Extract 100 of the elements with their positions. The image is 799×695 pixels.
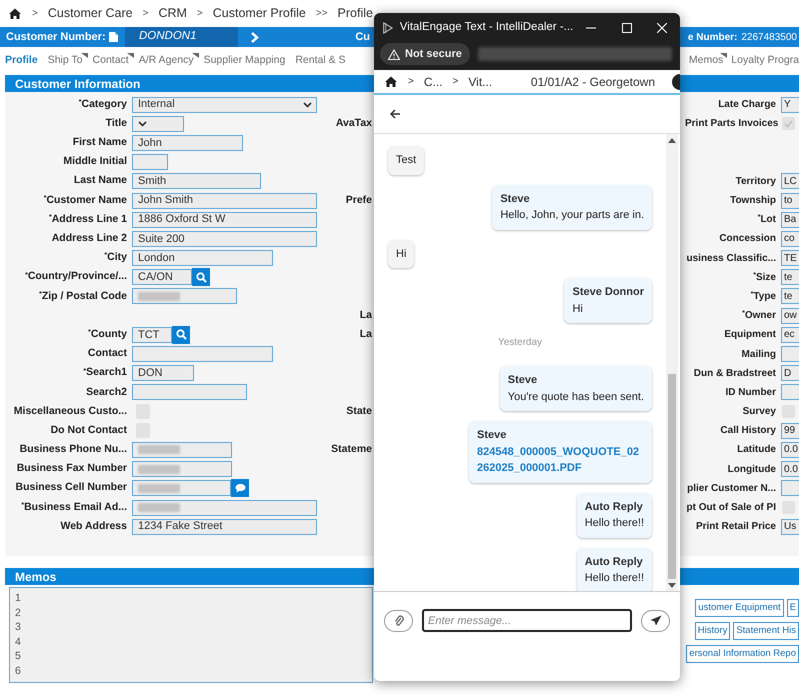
- sender-name: Steve Donnor: [572, 285, 644, 300]
- tab[interactable]: Contact: [88, 53, 134, 69]
- field-label: Territory: [734, 174, 777, 189]
- checkbox[interactable]: [782, 117, 795, 130]
- field-label: ID Number: [724, 386, 777, 400]
- action-button[interactable]: History: [694, 622, 730, 640]
- tab[interactable]: Supplier Mapping: [198, 53, 290, 69]
- input-field[interactable]: [132, 500, 317, 516]
- action-button[interactable]: E: [786, 599, 799, 618]
- message-input[interactable]: Enter message...: [422, 609, 632, 632]
- input-field[interactable]: [781, 480, 799, 496]
- tab[interactable]: Profile: [0, 53, 43, 69]
- breadcrumb-link[interactable]: CRM: [158, 4, 187, 22]
- field-label: e Number:: [688, 30, 738, 44]
- field-label: State: [345, 404, 372, 419]
- line-number: 6: [15, 664, 21, 678]
- input-field[interactable]: John: [132, 134, 243, 151]
- input-field[interactable]: D: [781, 365, 799, 382]
- input-field[interactable]: 0.0: [781, 442, 799, 458]
- field-label: AvaTax: [334, 116, 372, 131]
- field-label: Print Retail Price: [694, 520, 777, 534]
- field-label: Prefe: [344, 192, 372, 208]
- message-text: Hi: [572, 302, 584, 316]
- back-arrow-icon[interactable]: [390, 109, 401, 119]
- field-label: Call History: [719, 424, 777, 438]
- line-number: 1: [15, 591, 21, 606]
- field-label: plier Customer N...: [686, 482, 777, 496]
- input-field[interactable]: te: [781, 288, 799, 304]
- breadcrumb-link[interactable]: C...: [424, 72, 443, 90]
- input-field[interactable]: [132, 288, 237, 304]
- search-button[interactable]: [172, 326, 190, 344]
- action-button[interactable]: ustomer Equipment: [695, 599, 784, 618]
- input-field[interactable]: [132, 154, 168, 170]
- field-label: Miscellaneous Custo...: [12, 404, 128, 419]
- sender-name: Steve: [477, 428, 508, 443]
- scrollbar-thumb[interactable]: [668, 374, 676, 579]
- breadcrumb-link[interactable]: Profile: [338, 4, 373, 22]
- input-field[interactable]: [132, 461, 232, 478]
- input-field[interactable]: TCT: [132, 326, 172, 343]
- input-field[interactable]: [781, 384, 799, 400]
- chat-button[interactable]: [231, 479, 249, 498]
- tab[interactable]: Memos: [684, 53, 728, 69]
- dropdown[interactable]: [132, 116, 184, 132]
- breadcrumb-link[interactable]: Vit...: [468, 72, 492, 90]
- input-field[interactable]: ec: [781, 326, 799, 343]
- input-field[interactable]: [781, 346, 799, 362]
- input-field[interactable]: Suite 200: [132, 230, 317, 247]
- input-field[interactable]: London: [132, 250, 273, 266]
- input-field[interactable]: 1234 Fake Street: [132, 518, 317, 535]
- attachment-link[interactable]: 824548_000005_WOQUOTE_02262025_000001.PDF: [477, 444, 644, 476]
- input-field[interactable]: Us: [781, 518, 799, 535]
- scrollbar[interactable]: [666, 134, 678, 591]
- input-field[interactable]: Y: [781, 96, 799, 113]
- attach-button[interactable]: [384, 610, 413, 632]
- scroll-up-icon[interactable]: [668, 138, 676, 143]
- input-field[interactable]: te: [781, 269, 799, 286]
- tab[interactable]: Loyalty Progra: [727, 53, 799, 69]
- field-label: Late Charge: [717, 98, 777, 112]
- input-field[interactable]: 1886 Oxford St W: [132, 212, 317, 228]
- window-title: VitalEngage Text - IntelliDealer -...: [400, 20, 574, 35]
- input-field[interactable]: [132, 384, 247, 400]
- input-field[interactable]: [132, 442, 232, 458]
- input-field[interactable]: ow: [781, 308, 799, 324]
- search-button[interactable]: [192, 268, 210, 286]
- input-field[interactable]: [132, 346, 273, 362]
- action-button[interactable]: Statement His: [733, 622, 799, 640]
- field-label: La: [358, 326, 372, 342]
- breadcrumb-link[interactable]: Customer Care: [48, 4, 133, 22]
- home-icon[interactable]: [384, 75, 398, 88]
- memo-text-area[interactable]: 1 2 3 4 5 6: [9, 587, 373, 684]
- input-field[interactable]: TE: [781, 250, 799, 266]
- security-indicator[interactable]: Not secure: [380, 42, 470, 66]
- input-field[interactable]: Ba: [781, 212, 799, 228]
- home-icon[interactable]: [8, 6, 22, 20]
- message-text: You're quote has been sent.: [508, 390, 644, 404]
- action-button[interactable]: ersonal Information Repo: [686, 645, 799, 664]
- customer-number-field[interactable]: DONDON1: [125, 27, 238, 47]
- tab[interactable]: A/R Agency: [134, 53, 199, 69]
- input-field[interactable]: co: [781, 230, 799, 247]
- input-field[interactable]: John Smith: [132, 192, 317, 209]
- search-icon: [176, 329, 186, 340]
- scroll-down-icon[interactable]: [668, 583, 676, 588]
- chevron-right-icon[interactable]: [250, 32, 260, 42]
- tab[interactable]: Ship To: [42, 53, 88, 69]
- breadcrumb-link[interactable]: Customer Profile: [212, 4, 306, 22]
- send-button[interactable]: [641, 610, 670, 632]
- input-field[interactable]: LC: [781, 173, 799, 190]
- input-field[interactable]: Smith: [132, 173, 261, 190]
- input-field[interactable]: CA/ON: [132, 269, 192, 286]
- tab[interactable]: Rental & S: [290, 53, 351, 69]
- input-field[interactable]: [132, 480, 231, 496]
- field-label: Middle Initial: [62, 154, 128, 170]
- field-label: $^{*}$Type: [750, 290, 777, 304]
- phone-number: 2267483500: [741, 30, 797, 44]
- input-field[interactable]: DON: [132, 365, 194, 382]
- input-field[interactable]: 99: [781, 422, 799, 439]
- send-icon: [650, 615, 662, 626]
- dropdown[interactable]: Internal: [132, 96, 317, 113]
- input-field[interactable]: 0.0: [781, 461, 799, 478]
- input-field[interactable]: to: [781, 192, 799, 209]
